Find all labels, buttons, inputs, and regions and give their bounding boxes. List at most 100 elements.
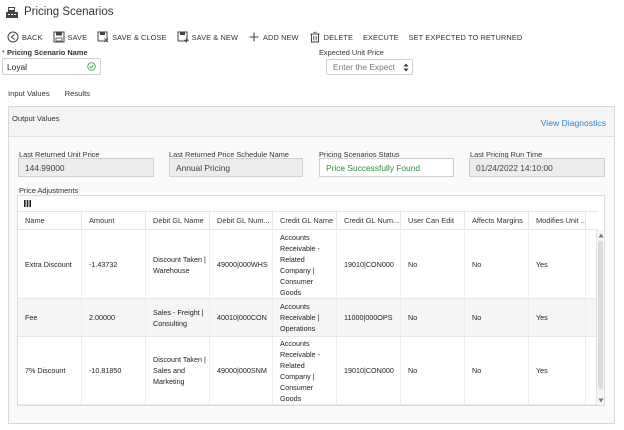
add-new-button[interactable]: ADD NEW [248,31,299,43]
price-adjustments-label: Price Adjustments [19,186,79,195]
check-circle-icon [87,62,96,71]
last-unit-price-value: 144.99000 [25,162,65,173]
cell-debit-gl-name: Discount Taken | Warehouse [146,231,210,298]
grid-scrollbar[interactable] [596,230,604,405]
chevron-down-icon[interactable] [403,68,409,72]
cell-user-can-edit: No [401,231,465,298]
last-unit-price-field: 144.99000 [18,158,154,177]
tab-results[interactable]: Results [65,89,90,98]
column-header-debit-gl-name[interactable]: Debit GL Name [146,212,210,229]
column-header-debit-gl-num[interactable]: Debit GL Num... [210,212,273,229]
cell-debit-gl-name: Sales - Freight | Consulting [146,299,210,336]
scenario-name-value: Loyal [7,61,28,72]
cell-credit-gl-num: 19010|CON000 [337,337,401,404]
scroll-up-icon[interactable] [598,233,604,238]
plus-icon [249,32,259,42]
cell-credit-gl-name: Accounts Receivable - Related Company | … [273,231,337,298]
page-header: Pricing Scenarios [5,4,113,20]
set-expected-label: SET EXPECTED TO RETURNED [408,32,523,42]
required-marker: * [2,48,5,57]
cell-credit-gl-num: 11000|000OPS [337,299,401,336]
chevron-up-icon[interactable] [403,63,409,67]
run-time-field: 01/24/2022 14:10:00 [469,158,605,177]
expected-price-placeholder: Enter the Expect [333,62,395,72]
status-field: Price Successfully Found [319,158,454,177]
save-close-button[interactable]: SAVE & CLOSE [97,31,166,43]
back-label: BACK [22,32,43,42]
tab-input-values[interactable]: Input Values [8,89,50,98]
cell-debit-gl-name: Discount Taken | Sales and Marketing [146,337,210,404]
cell-amount: -1.43732 [82,231,146,298]
view-diagnostics-link[interactable]: View Diagnostics [541,118,606,128]
cell-affects-margins: No [465,337,529,404]
execute-label: EXECUTE [363,32,399,42]
column-header-affects-margins[interactable]: Affects Margins [465,212,529,229]
cell-debit-gl-num: 49000|000WHS [210,231,273,298]
toolbar: BACK SAVE SAVE & CLOSE SAVE & NEW ADD NE… [7,30,532,44]
save-close-label: SAVE & CLOSE [112,32,167,42]
expected-price-label: Expected Unit Price [319,48,384,57]
price-adjustments-grid: Name Amount Debit GL Name Debit GL Num..… [17,195,605,406]
result-tabs: Input Values Results [8,89,105,98]
cell-affects-margins: No [465,231,529,298]
cell-modifies-unit: Yes [529,299,586,336]
cell-credit-gl-name: Accounts Receivable - Related Company | … [273,337,337,404]
panel-title: Output Values [12,114,60,123]
scenario-name-input[interactable]: Loyal [2,58,101,75]
page-title: Pricing Scenarios [24,6,114,18]
floppy-disk-new-icon [177,31,189,43]
cell-name: 7% Discount [18,337,82,404]
cell-credit-gl-name: Accounts Receivable | Operations [273,299,337,336]
back-button[interactable]: BACK [7,31,43,43]
grid-body: Extra Discount -1.43732 Discount Taken |… [18,231,598,405]
cell-debit-gl-num: 49000|000SNM [210,337,273,404]
trash-icon [310,31,320,43]
column-header-modifies-unit[interactable]: Modifies Unit ... [529,212,586,229]
table-row[interactable]: 7% Discount -10.81850 Discount Taken | S… [18,337,598,405]
cell-modifies-unit: Yes [529,337,586,404]
cell-name: Fee [18,299,82,336]
save-label: SAVE [67,32,88,42]
last-schedule-value: Annual Pricing [176,162,231,173]
status-value: Price Successfully Found [326,162,421,173]
scroll-down-icon[interactable] [598,398,604,403]
columns-icon[interactable] [24,200,31,207]
table-row[interactable]: Fee 2.00000 Sales - Freight | Consulting… [18,299,598,337]
cell-amount: 2.00000 [82,299,146,336]
column-header-amount[interactable]: Amount [82,212,146,229]
cell-modifies-unit: Yes [529,231,586,298]
grid-header-row: Name Amount Debit GL Name Debit GL Num..… [18,211,598,230]
save-new-label: SAVE & NEW [191,32,239,42]
cash-register-icon [6,6,18,18]
back-arrow-circle-icon [7,31,19,43]
panel-header: Output Values View Diagnostics [9,107,614,137]
last-schedule-field: Annual Pricing [169,158,303,177]
cell-affects-margins: No [465,299,529,336]
table-row[interactable]: Extra Discount -1.43732 Discount Taken |… [18,231,598,299]
price-stepper[interactable] [403,63,409,72]
cell-user-can-edit: No [401,337,465,404]
grid-toolbar [18,196,604,211]
scroll-thumb[interactable] [598,241,603,389]
add-new-label: ADD NEW [263,32,299,42]
floppy-disk-close-icon [97,31,109,43]
save-button[interactable]: SAVE [53,31,88,43]
cell-amount: -10.81850 [82,337,146,404]
expected-price-input[interactable]: Enter the Expect [326,59,413,75]
scenario-name-label: * Pricing Scenario Name [2,48,87,57]
cell-user-can-edit: No [401,299,465,336]
execute-button[interactable]: EXECUTE [363,33,399,42]
floppy-disk-icon [53,31,65,43]
delete-button[interactable]: DELETE [309,31,353,43]
column-header-user-can-edit[interactable]: User Can Edit [401,212,465,229]
set-expected-button[interactable]: SET EXPECTED TO RETURNED [409,33,523,42]
cell-debit-gl-num: 40010|000CON [210,299,273,336]
cell-name: Extra Discount [18,231,82,298]
run-time-value: 01/24/2022 14:10:00 [476,162,553,173]
cell-credit-gl-num: 19010|CON000 [337,231,401,298]
column-header-name[interactable]: Name [18,212,82,229]
save-new-button[interactable]: SAVE & NEW [177,31,238,43]
column-header-credit-gl-name[interactable]: Credit GL Name [273,212,337,229]
column-header-credit-gl-num[interactable]: Credit GL Num... [337,212,401,229]
delete-label: DELETE [323,32,353,42]
